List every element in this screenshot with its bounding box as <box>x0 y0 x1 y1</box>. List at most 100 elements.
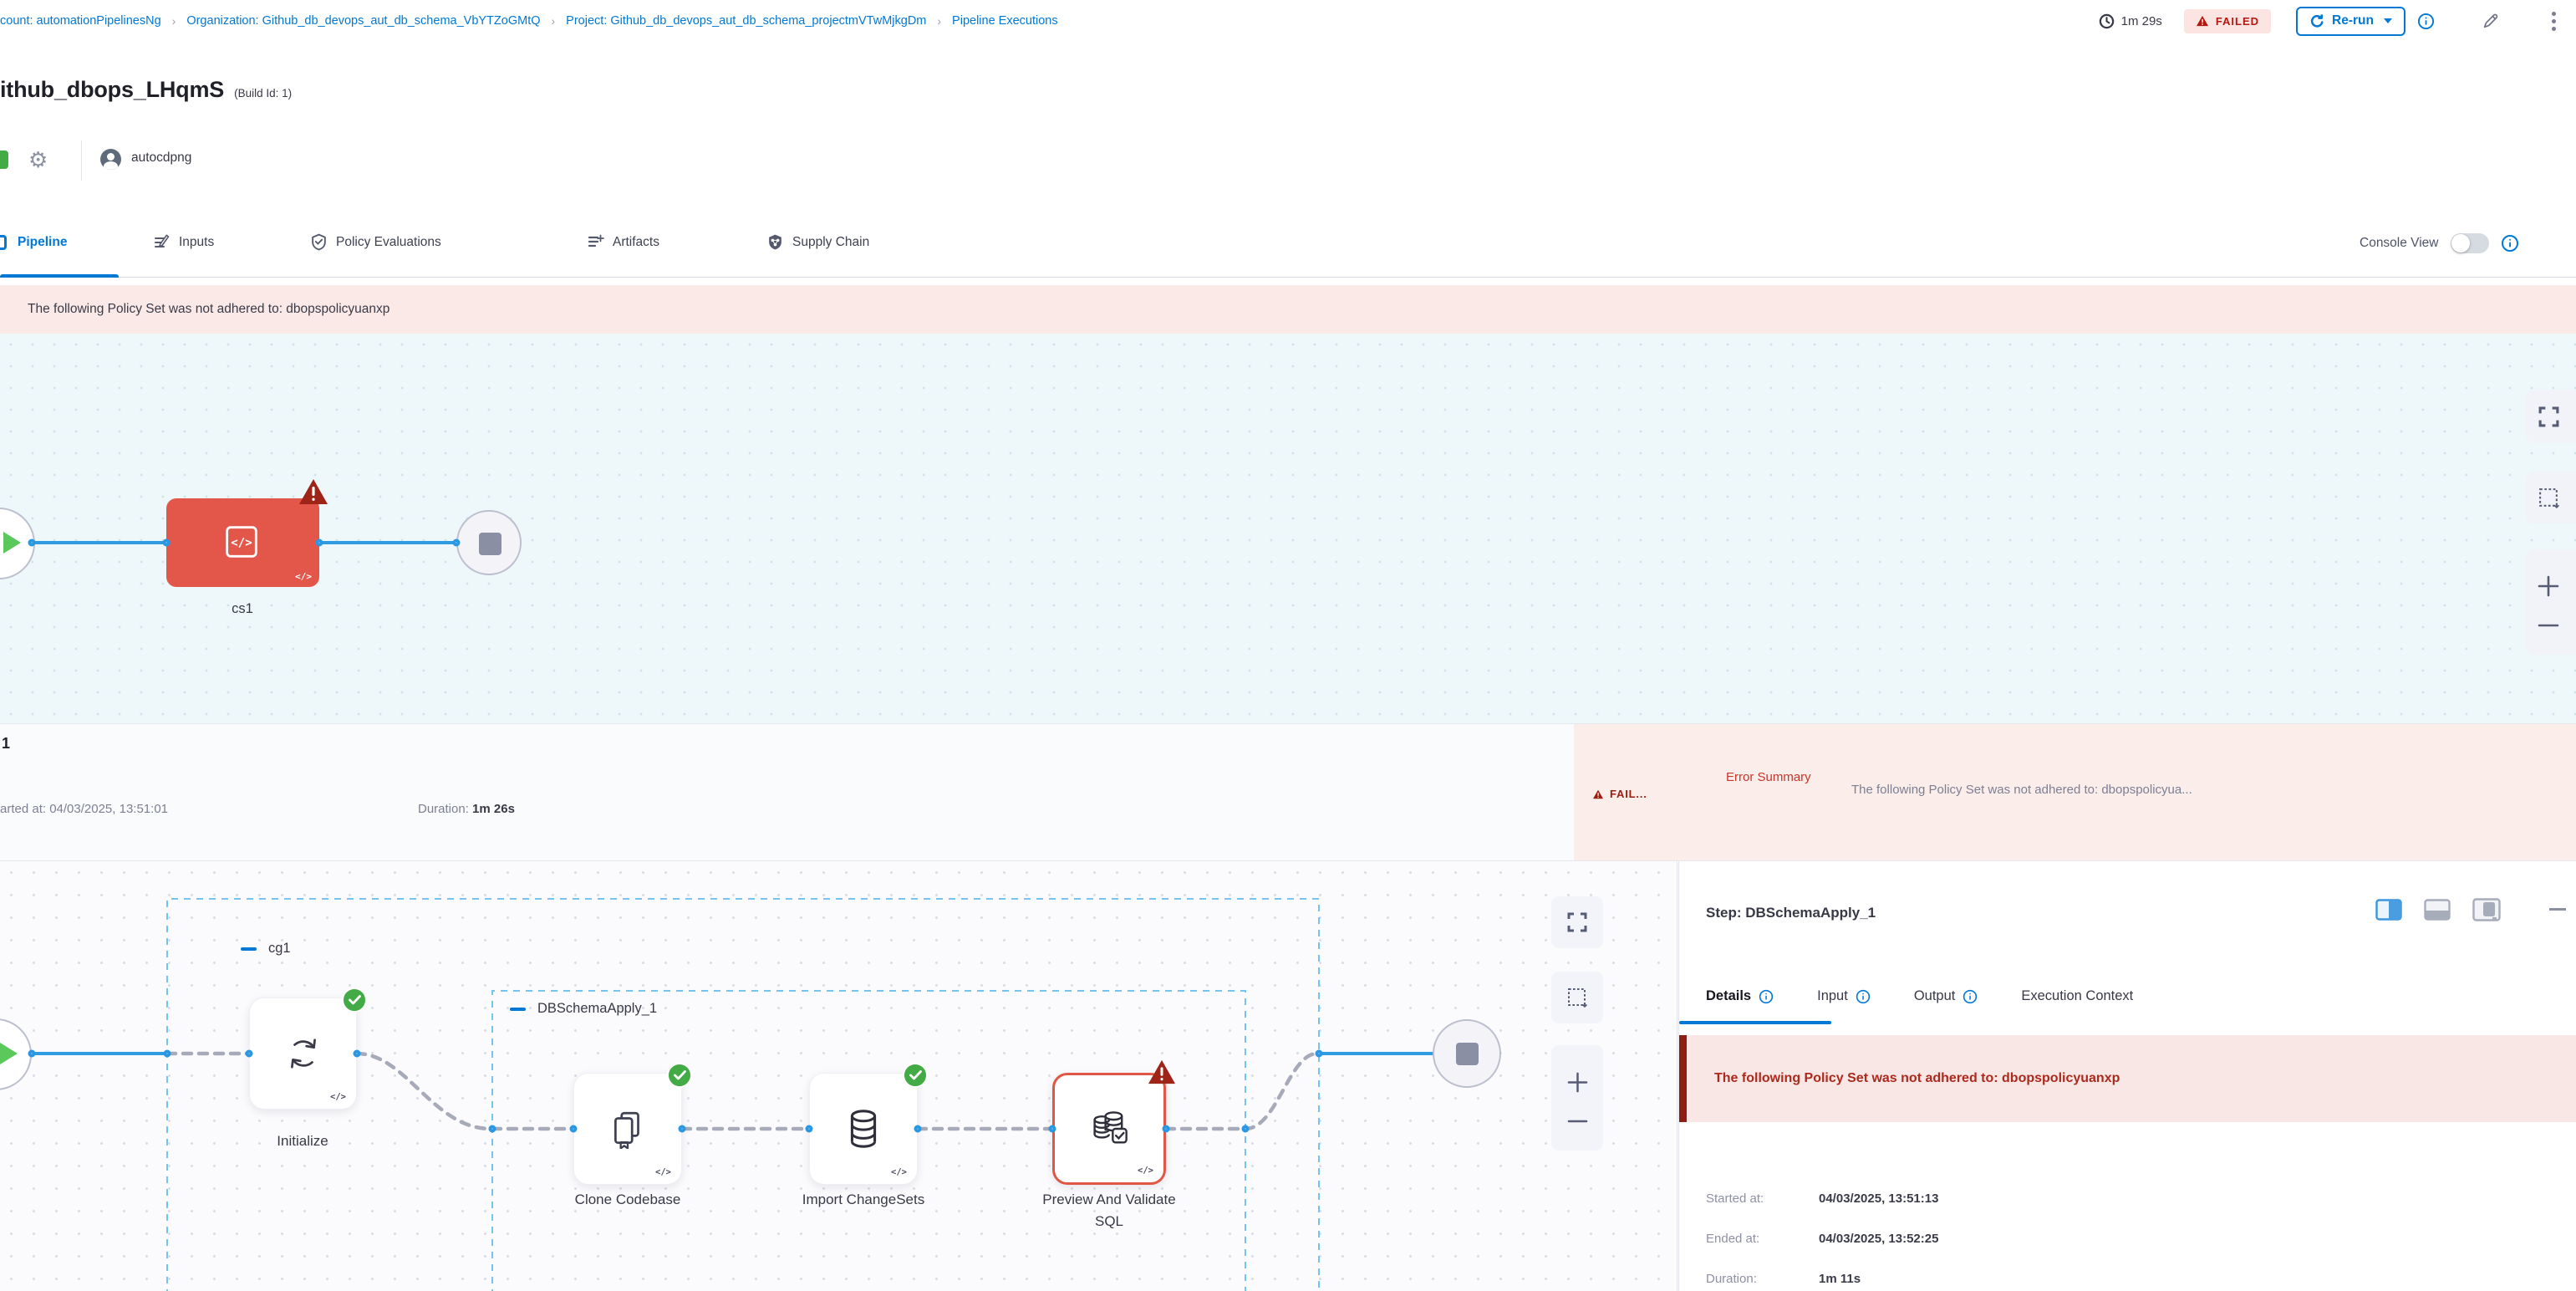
connector-port <box>679 1125 686 1133</box>
refresh-icon <box>2309 13 2325 29</box>
panel-minimize-button[interactable] <box>2549 908 2566 911</box>
stop-icon <box>1456 1043 1479 1065</box>
selection-tool-button[interactable] <box>1551 972 1603 1023</box>
failure-warning-icon <box>1147 1059 1177 1085</box>
error-summary-message: The following Policy Set was not adhered… <box>1851 783 2573 797</box>
clock-icon <box>2099 13 2115 29</box>
breadcrumb-organization[interactable]: Organization: Github_db_devops_aut_db_sc… <box>186 14 540 28</box>
tab-inputs[interactable]: Inputs <box>153 233 214 251</box>
execution-graph-canvas[interactable]: cg1 DBSchemaApply_1 </> Initialize <box>0 861 1677 1291</box>
stage-label: cs1 <box>192 601 293 617</box>
gear-icon[interactable]: ⚙ <box>28 145 48 174</box>
console-info-icon[interactable] <box>2501 234 2519 253</box>
breadcrumb-separator: › <box>937 14 941 28</box>
step-error-box: The following Policy Set was not adhered… <box>1679 1035 2576 1122</box>
warning-icon <box>2196 15 2209 27</box>
policy-violation-text: The following Policy Set was not adhered… <box>28 302 389 317</box>
connector-port <box>163 539 171 547</box>
connector-line <box>319 541 456 544</box>
layout-floating-panel-button[interactable] <box>2472 898 2501 921</box>
fail-text: FAIL... <box>1610 788 1647 800</box>
tab-bar: Pipeline Inputs Policy Evaluations Artif… <box>0 213 2576 278</box>
info-icon[interactable] <box>1963 989 1978 1004</box>
list-plus-icon <box>587 233 604 251</box>
breadcrumb-pipeline-executions[interactable]: Pipeline Executions <box>952 14 1058 28</box>
panel-tab-execution-context[interactable]: Execution Context <box>2021 988 2133 1004</box>
zoom-out-button[interactable] <box>1567 1118 1588 1125</box>
info-icon[interactable] <box>1856 989 1871 1004</box>
info-icon[interactable] <box>1759 989 1774 1004</box>
code-badge: </> <box>295 571 312 582</box>
execution-info-button[interactable] <box>2417 13 2435 30</box>
panel-tab-input[interactable]: Input <box>1817 988 1871 1004</box>
tab-label: Policy Evaluations <box>336 235 441 250</box>
detail-row-started: Started at: 04/03/2025, 13:51:13 <box>1706 1191 1764 1206</box>
panel-tab-details[interactable]: Details <box>1706 988 1774 1004</box>
codebase-icon <box>608 1109 647 1149</box>
end-node <box>1433 1019 1501 1088</box>
row-label: Duration: <box>1706 1272 1757 1286</box>
step-node-initialize[interactable]: </> <box>249 998 357 1110</box>
collapse-group-button[interactable] <box>510 1008 526 1011</box>
connector-port <box>1316 1050 1323 1058</box>
svg-text:</>: </> <box>231 536 252 549</box>
stop-icon <box>479 533 501 555</box>
elapsed-value: 1m 29s <box>2121 14 2162 28</box>
rerun-label: Re-run <box>2332 13 2374 28</box>
zoom-in-button[interactable] <box>2538 575 2559 597</box>
status-strip <box>0 151 8 169</box>
status-badge: FAILED <box>2184 9 2271 33</box>
layout-right-panel-button[interactable] <box>2375 899 2402 921</box>
console-view-toggle[interactable] <box>2451 233 2489 253</box>
tab-pipeline[interactable]: Pipeline <box>0 233 67 252</box>
row-value: 04/03/2025, 13:52:25 <box>1819 1232 1938 1246</box>
panel-tab-output[interactable]: Output <box>1914 988 1978 1004</box>
selection-tool-button[interactable] <box>2526 472 2576 523</box>
group-label-cg1: cg1 <box>241 941 291 957</box>
pipeline-icon <box>0 233 9 252</box>
connector-line <box>33 541 167 544</box>
collapse-group-button[interactable] <box>241 947 257 951</box>
connector-port <box>914 1125 922 1133</box>
code-badge: </> <box>891 1167 907 1177</box>
chevron-down-icon <box>2384 18 2392 23</box>
stage-node-cs1[interactable]: </> </> <box>166 498 319 587</box>
zoom-controls <box>2526 549 2576 655</box>
group-name: cg1 <box>268 941 291 957</box>
breadcrumb-project[interactable]: Project: Github_db_devops_aut_db_schema_… <box>566 14 926 28</box>
edit-pipeline-button[interactable] <box>2482 12 2500 30</box>
zoom-in-button[interactable] <box>1567 1072 1588 1093</box>
tab-artifacts[interactable]: Artifacts <box>587 233 659 251</box>
tab-label: Details <box>1706 988 1751 1004</box>
step-node-clone-codebase[interactable]: </> <box>573 1073 682 1185</box>
connector-port <box>246 1050 253 1058</box>
status-text: FAILED <box>2216 15 2259 28</box>
panel-layout-switcher <box>2375 898 2501 921</box>
database-check-icon <box>1088 1109 1130 1149</box>
zoom-out-button[interactable] <box>2538 622 2559 629</box>
fullscreen-button[interactable] <box>1551 896 1603 948</box>
code-badge: </> <box>655 1167 671 1177</box>
layout-bottom-panel-button[interactable] <box>2424 899 2451 921</box>
more-options-button[interactable] <box>2552 12 2556 31</box>
tab-policy-evaluations[interactable]: Policy Evaluations <box>310 233 441 251</box>
tab-supply-chain[interactable]: Supply Chain <box>766 233 869 251</box>
step-node-preview-validate-sql[interactable]: </> <box>1052 1073 1166 1185</box>
breadcrumb-account[interactable]: count: automationPipelinesNg <box>0 14 161 28</box>
divider <box>81 140 82 181</box>
tab-label: Pipeline <box>18 235 67 250</box>
connector-port <box>489 1125 496 1133</box>
row-label: Started at: <box>1706 1191 1764 1206</box>
step-details-panel: Step: DBSchemaApply_1 Details Input Outp… <box>1678 861 2576 1291</box>
rerun-button[interactable]: Re-run <box>2296 7 2405 36</box>
step-node-import-changesets[interactable]: </> <box>809 1073 918 1185</box>
active-tab-underline <box>1679 1021 1831 1024</box>
panel-tabs: Details Input Output Execution Context <box>1706 988 2176 1004</box>
connector-port <box>316 539 323 547</box>
tab-label: Input <box>1817 988 1848 1004</box>
row-value: 04/03/2025, 13:51:13 <box>1819 1191 1938 1206</box>
stage-graph-canvas[interactable]: </> </> cs1 <box>0 334 2576 723</box>
fullscreen-button[interactable] <box>2526 390 2576 442</box>
row-label: Ended at: <box>1706 1232 1759 1246</box>
tab-label: Supply Chain <box>792 235 869 250</box>
